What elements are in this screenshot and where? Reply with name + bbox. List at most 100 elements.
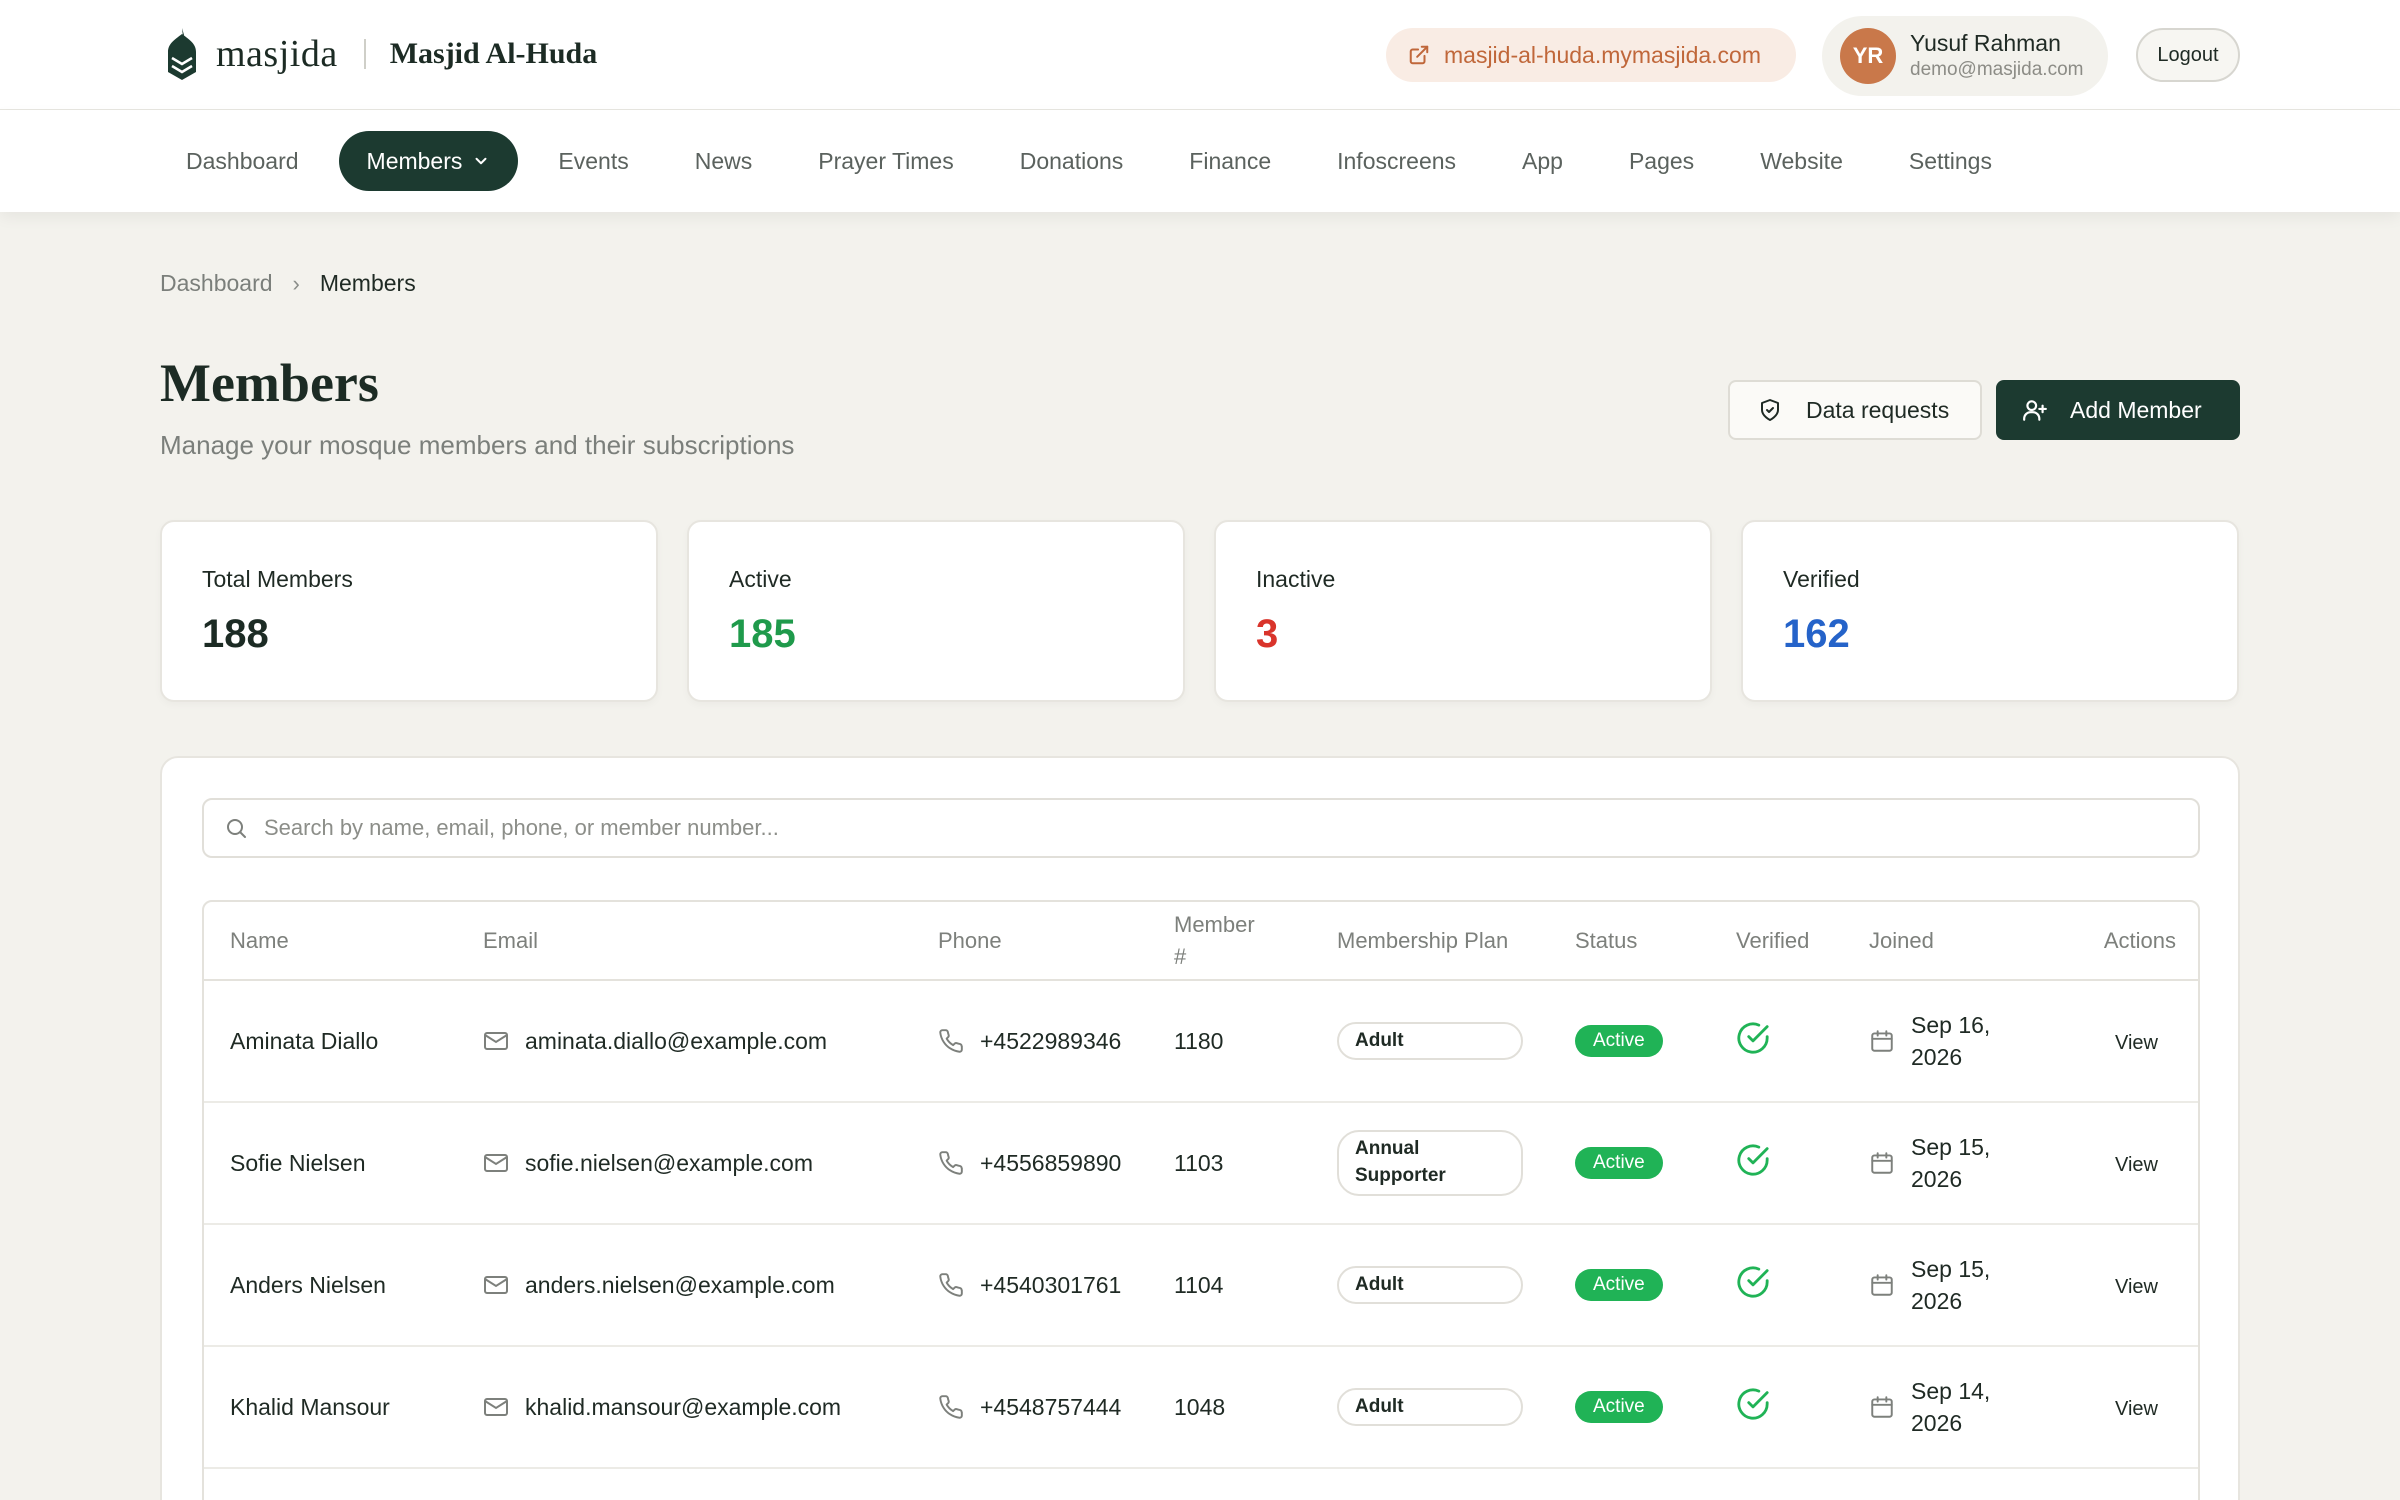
add-member-button[interactable]: Add Member <box>1996 380 2240 440</box>
logout-button[interactable]: Logout <box>2136 28 2240 82</box>
column-header-name[interactable]: Name <box>204 902 457 981</box>
members-table-card: Name Email Phone Member # Membership Pla… <box>160 756 2240 1500</box>
view-member-link[interactable]: View <box>2115 1154 2158 1176</box>
member-name: Anders Nielsen <box>204 1224 457 1347</box>
stat-label: Active <box>729 566 792 592</box>
plan-badge: Adult <box>1337 1265 1523 1305</box>
column-header-status[interactable]: Status <box>1549 902 1710 981</box>
nav-item-pages[interactable]: Pages <box>1603 131 1720 191</box>
chevron-right-icon: › <box>292 270 300 296</box>
column-header-verified[interactable]: Verified <box>1710 902 1843 981</box>
add-member-label: Add Member <box>2070 396 2202 423</box>
column-header-plan[interactable]: Membership Plan <box>1311 902 1549 981</box>
cell-email: aminata.diallo@example.com <box>525 1027 828 1054</box>
search-input[interactable] <box>264 815 2164 841</box>
view-member-link[interactable]: View <box>2115 1276 2158 1298</box>
member-joined: Sep 14, 2026 <box>1843 1346 2047 1469</box>
member-name: Sofie Nielsen <box>204 1102 457 1225</box>
column-header-joined[interactable]: Joined <box>1843 902 2047 981</box>
nav-item-donations[interactable]: Donations <box>994 131 1150 191</box>
mail-icon <box>484 1032 508 1050</box>
phone-icon <box>939 1273 963 1297</box>
nav-item-label: Prayer Times <box>818 147 954 174</box>
status-badge: Active <box>1575 1147 1663 1179</box>
status-badge: Active <box>1575 1391 1663 1423</box>
calendar-icon <box>1871 1152 1893 1174</box>
table-row[interactable]: Sofie Nielsen sofie.nielsen@example.com … <box>204 1102 2198 1225</box>
membership-plan: Adult <box>1311 1346 1549 1469</box>
column-header-member-number[interactable]: Member # <box>1148 902 1311 981</box>
member-status: Active <box>1549 1102 1710 1225</box>
breadcrumb-dashboard-link[interactable]: Dashboard <box>160 270 273 297</box>
user-name: Yusuf Rahman <box>1910 29 2061 56</box>
nav-item-members[interactable]: Members <box>338 131 519 191</box>
member-phone: +4548757444 <box>912 1346 1148 1469</box>
chevron-down-icon <box>475 157 487 165</box>
calendar-icon <box>1871 1396 1893 1418</box>
member-phone: +4556859890 <box>912 1102 1148 1225</box>
member-number: 1048 <box>1148 1346 1311 1469</box>
nav-item-app[interactable]: App <box>1496 131 1589 191</box>
cell-joined: Sep 15, 2026 <box>1911 1255 1991 1314</box>
cell-joined: Sep 16, 2026 <box>1911 1011 1991 1070</box>
cell-name: Sofie Nielsen <box>230 1149 366 1176</box>
table-row[interactable]: Aminata Diallo aminata.diallo@example.co… <box>204 980 2198 1103</box>
phone-icon <box>939 1151 963 1175</box>
nav-item-infoscreens[interactable]: Infoscreens <box>1311 131 1482 191</box>
member-joined: Sep 15, 2026 <box>1843 1224 2047 1347</box>
member-email: anders.nielsen@example.com <box>457 1224 912 1347</box>
nav-item-events[interactable]: Events <box>532 131 654 191</box>
column-header-phone[interactable]: Phone <box>912 902 1148 981</box>
nav-item-settings[interactable]: Settings <box>1883 131 2018 191</box>
table-row[interactable]: Anders Nielsen anders.nielsen@example.co… <box>204 1224 2198 1347</box>
check-circle-icon <box>1737 1022 1769 1054</box>
cell-name: Aminata Diallo <box>230 1027 379 1054</box>
member-status: Active <box>1549 980 1710 1103</box>
check-circle-icon <box>1737 1266 1769 1298</box>
stat-label: Verified <box>1783 566 1860 592</box>
member-email: sofie.nielsen@example.com <box>457 1102 912 1225</box>
nav-item-website[interactable]: Website <box>1734 131 1869 191</box>
member-number: 1180 <box>1148 980 1311 1103</box>
cell-phone: +4540301761 <box>980 1271 1122 1298</box>
calendar-icon <box>1871 1030 1893 1052</box>
data-requests-button[interactable]: Data requests <box>1728 380 1982 440</box>
nav-item-dashboard[interactable]: Dashboard <box>160 131 325 191</box>
nav-item-label: Members <box>366 147 463 174</box>
main-nav-bar: Dashboard Members Events News Prayer Tim… <box>0 110 2400 212</box>
stat-value: 188 <box>202 612 269 656</box>
column-header-email[interactable]: Email <box>457 902 912 981</box>
cell-joined: Sep 14, 2026 <box>1911 1377 1991 1436</box>
member-phone: +4522989346 <box>912 980 1148 1103</box>
member-verified <box>1710 1224 1843 1347</box>
phone-icon <box>939 1395 963 1419</box>
nav-item-news[interactable]: News <box>669 131 779 191</box>
table-row[interactable]: Khalid Mansour khalid.mansour@example.co… <box>204 1346 2198 1469</box>
cell-name: Anders Nielsen <box>230 1271 386 1298</box>
member-name: Aminata Diallo <box>204 980 457 1103</box>
site-link[interactable]: masjid-al-huda.mymasjida.com <box>1386 28 1796 82</box>
members-table: Name Email Phone Member # Membership Pla… <box>202 900 2200 1500</box>
view-member-link[interactable]: View <box>2115 1398 2158 1420</box>
mosque-name: Masjid Al-Huda <box>389 37 598 70</box>
stat-label: Inactive <box>1256 566 1336 592</box>
table-header-row: Name Email Phone Member # Membership Pla… <box>204 902 2198 981</box>
cell-member: 1104 <box>1174 1271 1224 1298</box>
cell-phone: +4556859890 <box>980 1149 1122 1176</box>
membership-plan: Annual Supporter <box>1311 1102 1549 1225</box>
stat-value: 3 <box>1256 612 1279 656</box>
user-menu[interactable]: YR Yusuf Rahman demo@masjida.com <box>1822 16 2108 96</box>
nav-item-finance[interactable]: Finance <box>1163 131 1297 191</box>
brand[interactable]: masjida Masjid Al-Huda <box>164 28 597 80</box>
site-link-text: masjid-al-huda.mymasjida.com <box>1444 41 1761 68</box>
search-box[interactable] <box>202 798 2200 858</box>
cell-member: 1048 <box>1174 1393 1226 1420</box>
nav-item-prayer-times[interactable]: Prayer Times <box>792 131 979 191</box>
brand-name: masjida <box>216 33 338 75</box>
mail-icon <box>484 1276 508 1294</box>
nav-item-label: Events <box>558 147 629 174</box>
view-member-link[interactable]: View <box>2115 1032 2158 1054</box>
column-header-actions: Actions <box>2047 902 2198 981</box>
nav-item-label: Infoscreens <box>1337 147 1457 174</box>
cell-member: 1180 <box>1174 1027 1224 1054</box>
